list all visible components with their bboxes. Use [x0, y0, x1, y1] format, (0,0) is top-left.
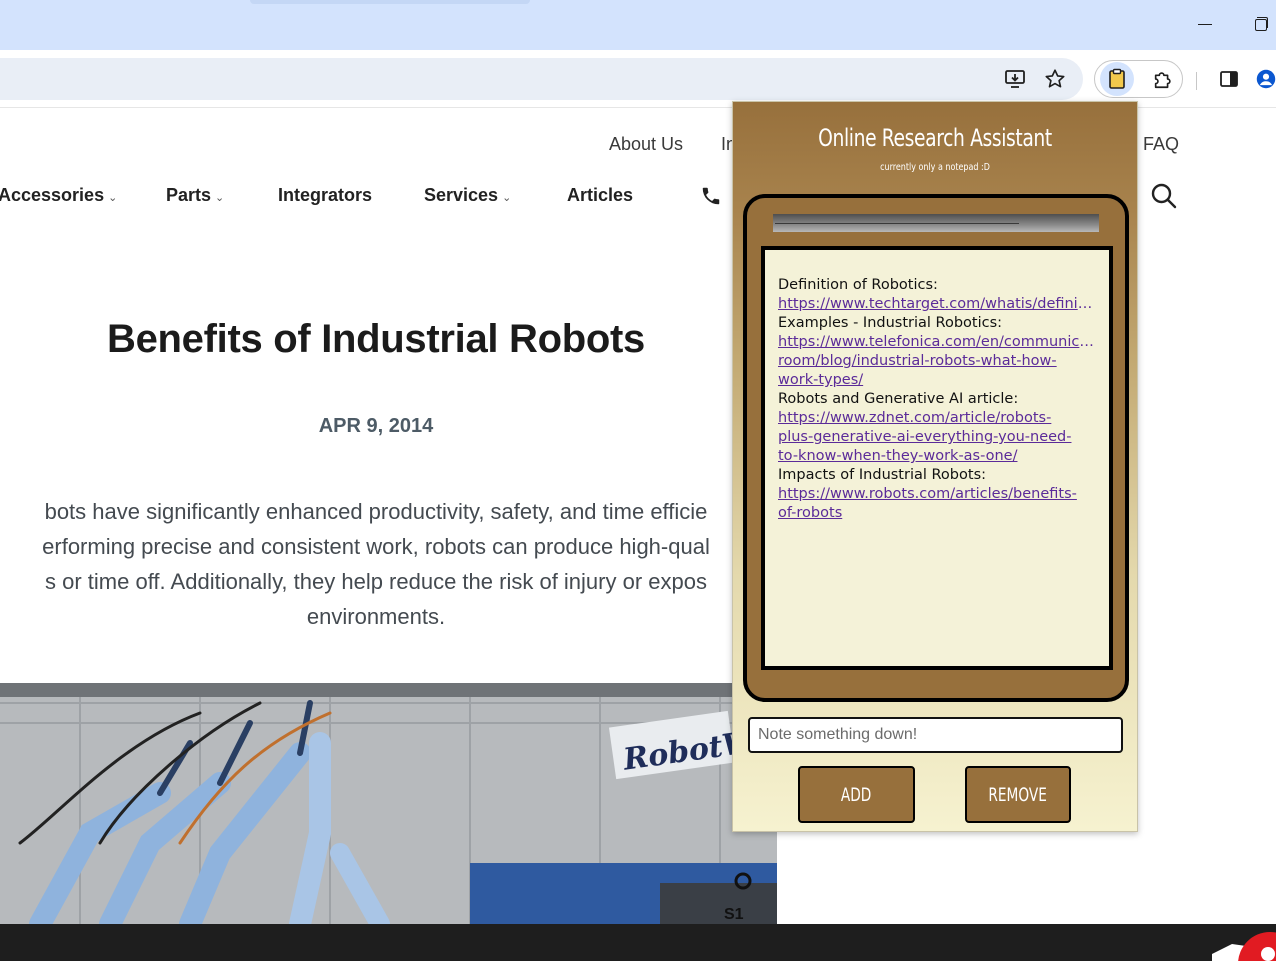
note-link[interactable]: https://www.robots.com/articles/benefits… [778, 485, 1095, 523]
notepad-frame: Definition of Robotics: https://www.tech… [743, 194, 1129, 702]
notepad-header-bar [773, 214, 1099, 232]
phone-icon[interactable] [700, 185, 722, 207]
article-body-line: erforming precise and consistent work, r… [42, 534, 710, 559]
article-body-line: bots have significantly enhanced product… [44, 499, 708, 524]
browser-titlebar [0, 0, 1276, 50]
article-body: bots have significantly enhanced product… [0, 494, 776, 634]
remove-button-label: REMOVE [988, 783, 1048, 806]
nav-parts[interactable]: Parts ⌄ [166, 185, 224, 206]
article-date: APR 9, 2014 [318, 415, 434, 437]
note-label: Examples - Industrial Robotics: [778, 315, 1003, 331]
note-link-text: room/blog/industrial-robots-what-how- [778, 353, 1057, 369]
side-panel-icon[interactable] [1212, 62, 1246, 96]
add-button-label: ADD [841, 783, 872, 806]
note-link[interactable]: https://www.techtarget.com/whatis/defini… [778, 295, 1095, 314]
nav-link-about-us[interactable]: About Us [609, 134, 683, 155]
note-link-text: of-robots [778, 505, 843, 521]
note-label: Robots and Generative AI article: [778, 391, 1019, 407]
hero-marking: S1 [724, 906, 744, 923]
add-button[interactable]: ADD [798, 766, 915, 823]
note-link-text: https://www.telefonica.com/en/communicat… [778, 334, 1095, 350]
install-app-icon[interactable] [998, 62, 1032, 96]
nav-accessories[interactable]: Accessories ⌄ [0, 185, 117, 206]
remove-button[interactable]: REMOVE [965, 766, 1071, 823]
note-link-text: https://www.robots.com/articles/benefits… [778, 486, 1077, 502]
nav-parts-label: Parts [166, 185, 212, 205]
nav-services[interactable]: Services ⌄ [424, 185, 511, 206]
nav-articles[interactable]: Articles [567, 185, 633, 206]
browser-toolbar [0, 50, 1276, 108]
note-link-text: https://www.zdnet.com/article/robots- [778, 410, 1052, 426]
note-label: Definition of Robotics: [778, 277, 938, 293]
chat-widget-icon[interactable] [1212, 924, 1276, 961]
note-input[interactable] [748, 717, 1123, 753]
minimize-icon[interactable] [1193, 12, 1217, 36]
note-link[interactable]: https://www.telefonica.com/en/communicat… [778, 333, 1095, 390]
toolbar-separator [1196, 72, 1197, 90]
note-link[interactable]: https://www.zdnet.com/article/robots- pl… [778, 409, 1095, 466]
page-footer-bar [0, 924, 1276, 961]
note-link-text: work-types/ [778, 372, 864, 388]
address-bar[interactable] [0, 58, 1083, 100]
extension-popup: Online Research Assistant currently only… [732, 101, 1138, 832]
tab-strip-edge [250, 0, 530, 4]
article-body-line: environments. [306, 604, 446, 629]
nav-services-label: Services [424, 185, 499, 205]
note-link-text: to-know-when-they-work-as-one/ [778, 448, 1018, 464]
chevron-down-icon: ⌄ [502, 192, 512, 204]
search-icon[interactable] [1150, 182, 1178, 210]
popup-title: Online Research Assistant [818, 124, 1052, 152]
notes-list[interactable]: Definition of Robotics: https://www.tech… [761, 246, 1113, 670]
chevron-down-icon: ⌄ [108, 192, 118, 204]
hero-image: RobotWor S1 [0, 683, 777, 924]
note-label: Impacts of Industrial Robots: [778, 467, 987, 483]
clipboard-icon[interactable] [1100, 62, 1134, 96]
popup-subtitle: currently only a notepad :D [880, 162, 990, 173]
note-link-text: https://www.techtarget.com/whatis/defini… [778, 296, 1095, 312]
profile-icon[interactable] [1256, 62, 1276, 96]
article-body-line: s or time off. Additionally, they help r… [45, 569, 707, 594]
chevron-down-icon: ⌄ [215, 192, 225, 204]
star-icon[interactable] [1038, 62, 1072, 96]
nav-link-faq[interactable]: FAQ [1143, 134, 1179, 155]
note-link-text: plus-generative-ai-everything-you-need- [778, 429, 1072, 445]
article-title: Benefits of Industrial Robots [107, 317, 645, 361]
puzzle-icon[interactable] [1146, 62, 1180, 96]
nav-integrators[interactable]: Integrators [278, 185, 372, 206]
nav-accessories-label: Accessories [0, 185, 105, 205]
restore-icon[interactable] [1248, 12, 1272, 36]
